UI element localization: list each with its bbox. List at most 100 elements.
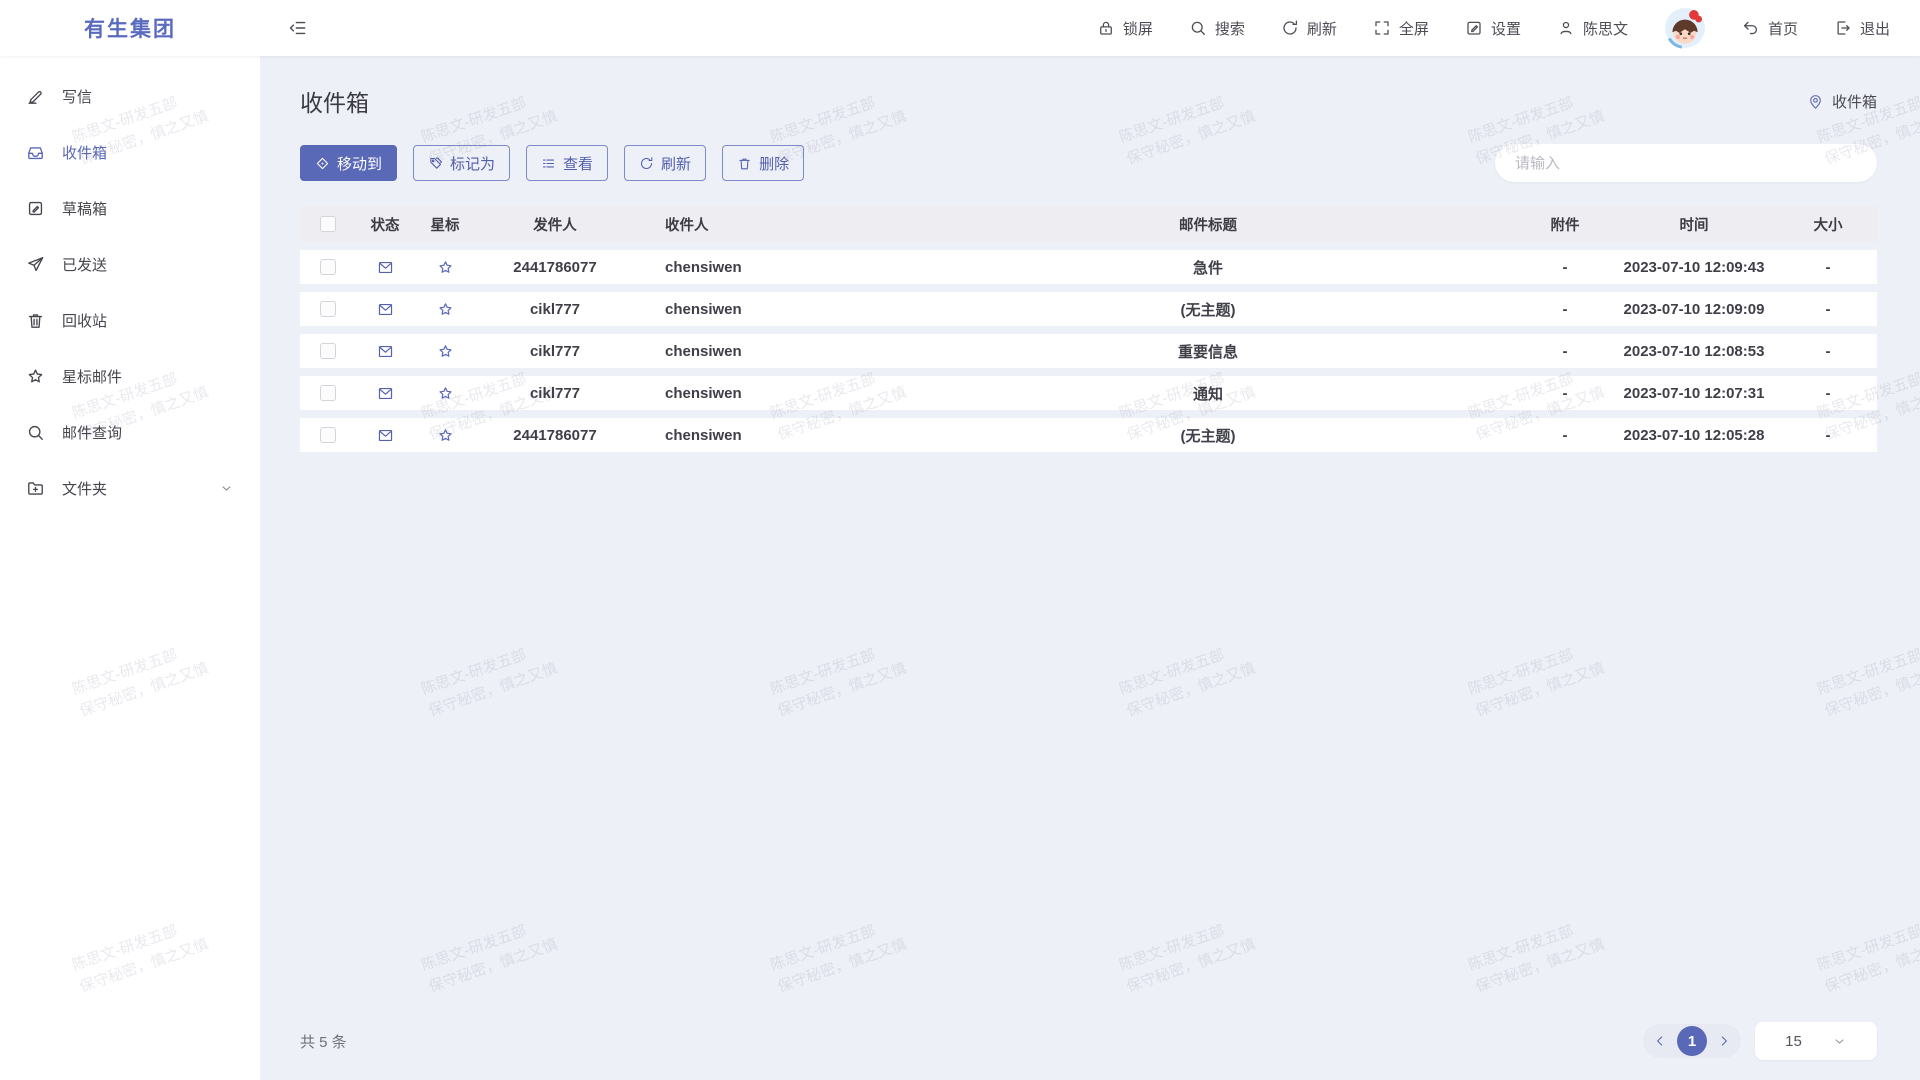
view-button[interactable]: 查看 [526,145,608,181]
sidebar-item-trash[interactable]: 回收站 [0,292,260,348]
star-toggle-icon[interactable] [437,301,454,318]
toolbar: 移动到 标记为 查看 刷新 删除 [300,144,1877,182]
lock-screen-button[interactable]: 锁屏 [1097,18,1153,39]
sidebar-item-starred[interactable]: 星标邮件 [0,348,260,404]
subject-cell[interactable]: 通知 [895,383,1521,404]
total-count: 共 5 条 [300,1031,347,1052]
search-icon [1189,19,1207,37]
recipient-cell: chensiwen [635,427,895,444]
user-avatar[interactable] [1664,7,1706,49]
unread-mail-icon[interactable] [377,385,394,402]
table-row[interactable]: cikl777 chensiwen 重要信息 - 2023-07-10 12:0… [300,334,1877,368]
trash-icon [26,311,45,330]
row-checkbox[interactable] [320,427,336,443]
search-input[interactable] [1495,144,1877,182]
move-icon [315,156,330,171]
sidebar-collapse-button[interactable] [288,18,308,38]
sidebar-item-label: 邮件查询 [62,422,122,443]
star-toggle-icon[interactable] [437,259,454,276]
sidebar-item-inbox[interactable]: 收件箱 [0,124,260,180]
subject-cell[interactable]: 重要信息 [895,341,1521,362]
star-toggle-icon[interactable] [437,385,454,402]
column-header-sender: 发件人 [475,214,635,235]
current-user-button[interactable]: 陈思文 [1557,18,1628,39]
next-page-button[interactable] [1716,1033,1732,1049]
unread-mail-icon[interactable] [377,343,394,360]
lock-icon [1097,19,1115,37]
table-row[interactable]: cikl777 chensiwen 通知 - 2023-07-10 12:07:… [300,376,1877,410]
sender-cell: 2441786077 [475,427,635,444]
select-all-checkbox[interactable] [320,216,336,232]
row-checkbox[interactable] [320,343,336,359]
refresh-icon [1281,19,1299,37]
location-pin-icon [1807,93,1824,110]
size-cell: - [1779,385,1877,402]
delete-label: 删除 [759,153,789,174]
sidebar-item-sent[interactable]: 已发送 [0,236,260,292]
attachment-cell: - [1521,343,1609,360]
subject-cell[interactable]: (无主题) [895,425,1521,446]
chevron-right-icon [1716,1033,1732,1049]
row-checkbox[interactable] [320,301,336,317]
size-cell: - [1779,343,1877,360]
column-header-subject: 邮件标题 [895,214,1521,235]
settings-icon [1465,19,1483,37]
home-button[interactable]: 首页 [1742,18,1798,39]
unread-mail-icon[interactable] [377,259,394,276]
folder-plus-icon [26,479,45,498]
sidebar-item-label: 写信 [62,86,92,107]
compose-icon [26,87,45,106]
breadcrumb-label: 收件箱 [1832,91,1877,112]
star-toggle-icon[interactable] [437,343,454,360]
topbar-actions: 锁屏 搜索 刷新 全屏 设置 [1097,7,1920,49]
table-row[interactable]: 2441786077 chensiwen (无主题) - 2023-07-10 … [300,418,1877,452]
mark-as-button[interactable]: 标记为 [413,145,510,181]
prev-page-button[interactable] [1652,1033,1668,1049]
column-header-size: 大小 [1779,214,1877,235]
tag-icon [428,156,443,171]
subject-cell[interactable]: 急件 [895,257,1521,278]
logout-button[interactable]: 退出 [1834,18,1890,39]
table-row[interactable]: cikl777 chensiwen (无主题) - 2023-07-10 12:… [300,292,1877,326]
row-checkbox[interactable] [320,259,336,275]
unread-mail-icon[interactable] [377,301,394,318]
back-home-icon [1742,19,1760,37]
page-refresh-button[interactable]: 刷新 [1281,18,1337,39]
global-search-button[interactable]: 搜索 [1189,18,1245,39]
column-header-time: 时间 [1609,214,1779,235]
row-checkbox[interactable] [320,385,336,401]
home-label: 首页 [1768,18,1798,39]
inbox-icon [26,143,45,162]
attachment-cell: - [1521,385,1609,402]
column-header-status: 状态 [355,214,415,235]
fullscreen-label: 全屏 [1399,18,1429,39]
table-header-row: 状态 星标 发件人 收件人 邮件标题 附件 时间 大小 [300,206,1877,242]
app-logo: 有生集团 [0,13,260,43]
main-content: 收件箱 收件箱 移动到 标记为 查看 [260,56,1920,1080]
sidebar-item-compose[interactable]: 写信 [0,68,260,124]
subject-cell[interactable]: (无主题) [895,299,1521,320]
chevron-down-icon [219,481,234,496]
unread-mail-icon[interactable] [377,427,394,444]
move-to-button[interactable]: 移动到 [300,145,397,181]
page-refresh-label: 刷新 [1307,18,1337,39]
table-footer: 共 5 条 1 15 [300,1022,1877,1066]
sidebar-item-folders[interactable]: 文件夹 [0,460,260,516]
settings-button[interactable]: 设置 [1465,18,1521,39]
delete-button[interactable]: 删除 [722,145,804,181]
table-row[interactable]: 2441786077 chensiwen 急件 - 2023-07-10 12:… [300,250,1877,284]
page-size-select[interactable]: 15 [1755,1022,1877,1060]
refresh-list-button[interactable]: 刷新 [624,145,706,181]
star-toggle-icon[interactable] [437,427,454,444]
sender-cell: 2441786077 [475,259,635,276]
view-label: 查看 [563,153,593,174]
mark-as-label: 标记为 [450,153,495,174]
sidebar-item-label: 已发送 [62,254,107,275]
sidebar: 写信 收件箱 草稿箱 已发送 回收站 星标邮件 邮件查询 [0,56,260,1080]
mail-table: 状态 星标 发件人 收件人 邮件标题 附件 时间 大小 2441786077 c… [300,206,1877,452]
sidebar-item-mail-search[interactable]: 邮件查询 [0,404,260,460]
current-page-button[interactable]: 1 [1677,1026,1707,1056]
fullscreen-button[interactable]: 全屏 [1373,18,1429,39]
column-header-attachment: 附件 [1521,214,1609,235]
sidebar-item-drafts[interactable]: 草稿箱 [0,180,260,236]
